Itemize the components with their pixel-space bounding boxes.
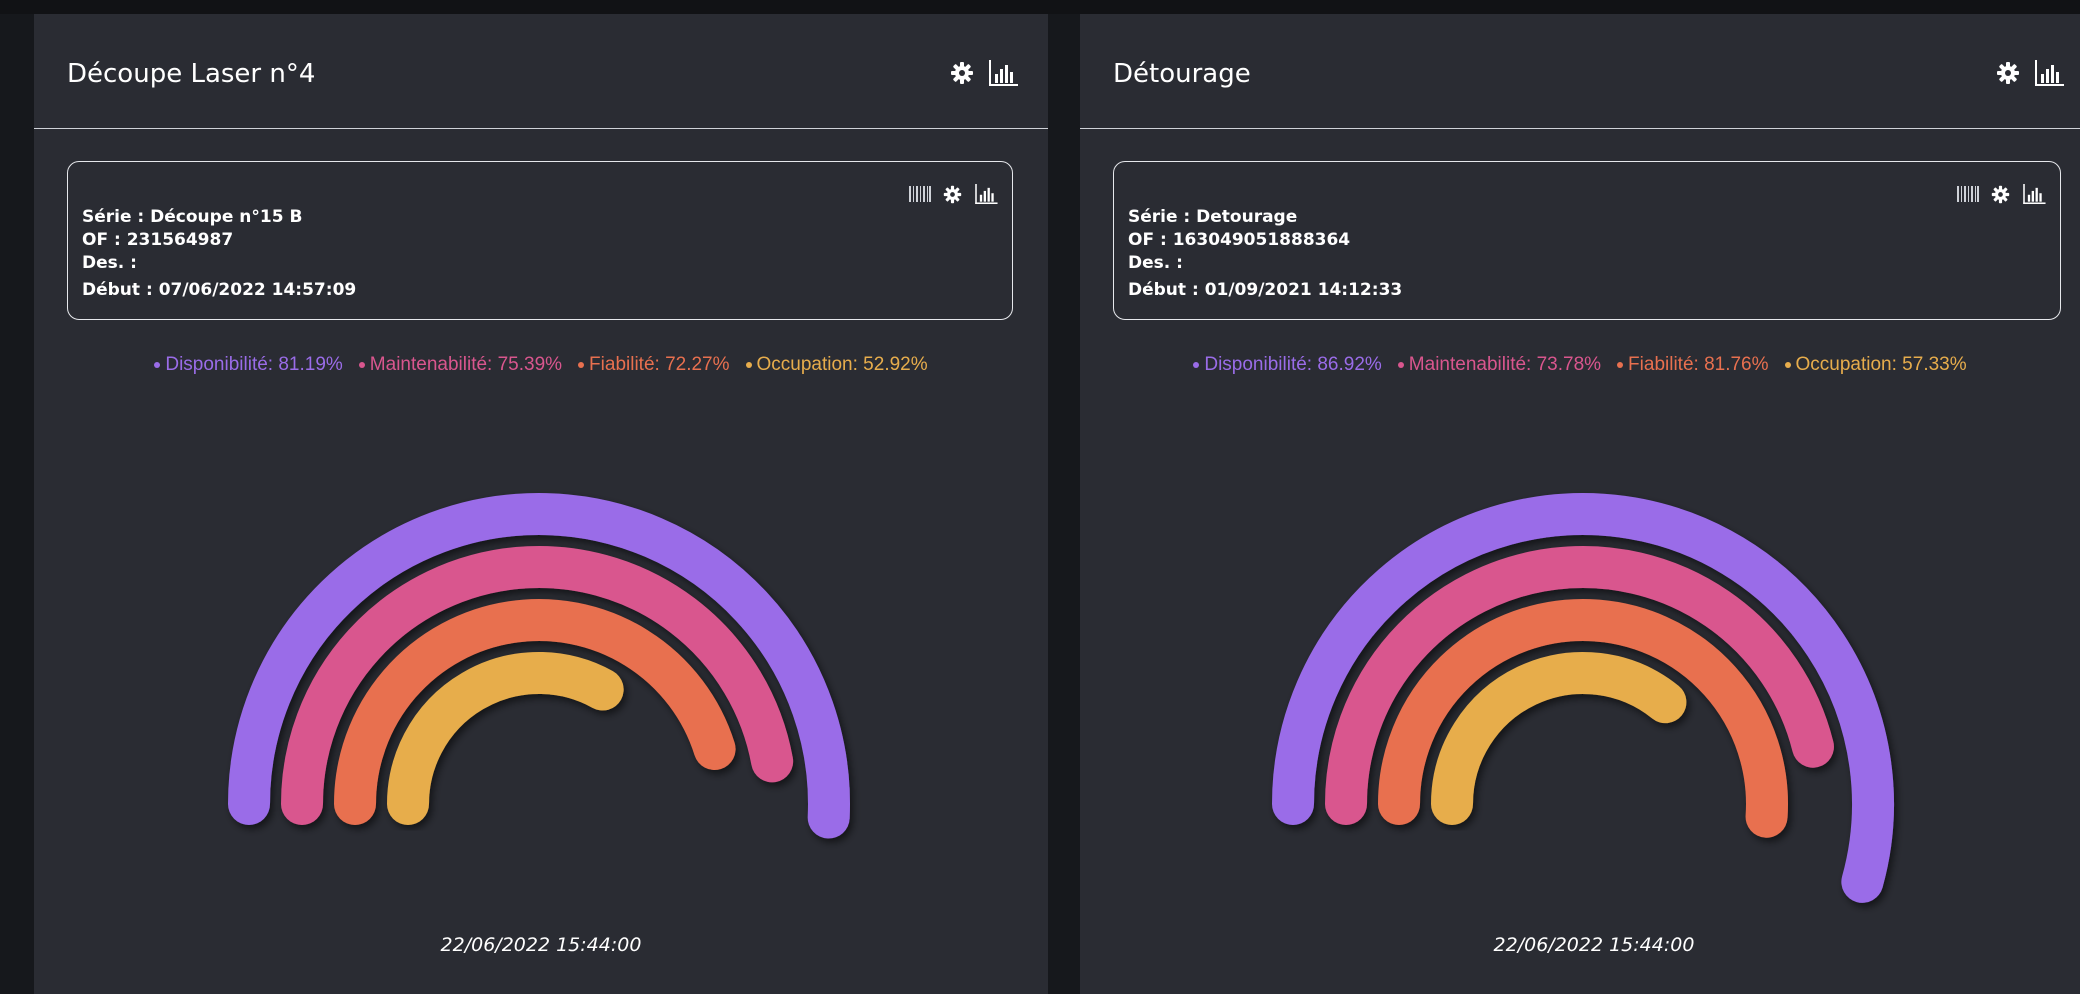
header-icons	[1996, 60, 2064, 91]
legend-dot	[1617, 362, 1624, 368]
legend-label: Disponibilité: 86.92%	[1204, 354, 1382, 375]
legend-item-maintenabilite: Maintenabilité: 73.78%	[1397, 354, 1602, 376]
gear-icon[interactable]	[1991, 185, 2010, 209]
legend-item-occupation: Occupation: 52.92%	[745, 354, 928, 376]
des-label: Des. :	[1128, 253, 1183, 273]
bar-chart-icon[interactable]	[974, 184, 998, 209]
debut-line: Début : 07/06/2022 14:57:09	[82, 279, 356, 302]
box-icons	[909, 184, 998, 209]
chart-legend: Disponibilité: 86.92% Maintenabilité: 73…	[1080, 354, 2080, 376]
arc-occupation	[1431, 652, 1687, 825]
bar-chart-icon[interactable]	[2022, 184, 2046, 209]
of-value: 163049051888364	[1172, 230, 1351, 250]
legend-dot	[358, 362, 365, 368]
legend-item-fiabilite: Fiabilité: 81.76%	[1617, 354, 1769, 376]
barcode-icon[interactable]	[1957, 186, 1979, 207]
of-line: OF : 163049051888364	[1128, 229, 1402, 252]
serie-line: Série : Detourage	[1128, 206, 1402, 229]
of-value: 231564987	[126, 230, 234, 250]
of-label: OF :	[1128, 230, 1167, 250]
des-line: Des. :	[82, 252, 356, 275]
legend-label: Maintenabilité: 75.39%	[369, 354, 563, 375]
gear-icon[interactable]	[950, 61, 974, 90]
radial-bar-chart	[228, 493, 850, 839]
chart-timestamp: 22/06/2022 15:44:00	[1493, 934, 1695, 956]
radial-bar-chart	[1272, 493, 1894, 903]
serie-value: Découpe n°15 B	[150, 207, 303, 227]
legend-label: Occupation: 57.33%	[1795, 354, 1967, 375]
legend-dot	[1193, 362, 1200, 368]
legend-label: Maintenabilité: 73.78%	[1408, 354, 1602, 375]
of-line: OF : 231564987	[82, 229, 356, 252]
legend-item-maintenabilite: Maintenabilité: 75.39%	[358, 354, 563, 376]
machine-panel-detourage: Détourage Série: Detourage OF: 1630490…	[1080, 14, 2080, 994]
top-bar	[0, 0, 2080, 14]
legend-dot	[154, 362, 161, 368]
serie-label: Série :	[82, 207, 145, 227]
barcode-icon[interactable]	[909, 186, 931, 207]
box-icons	[1957, 184, 2046, 209]
header-icons	[950, 60, 1018, 91]
panel-title: Détourage	[1113, 59, 1251, 89]
legend-item-fiabilite: Fiabilité: 72.27%	[578, 354, 730, 376]
panel-title: Découpe Laser n°4	[67, 59, 316, 89]
debut-value: 07/06/2022 14:57:09	[158, 280, 357, 300]
legend-item-disponibilite: Disponibilité: 81.19%	[154, 354, 343, 376]
legend-item-occupation: Occupation: 57.33%	[1784, 354, 1967, 376]
legend-label: Fiabilité: 81.76%	[1628, 354, 1769, 375]
serie-value: Detourage	[1196, 207, 1298, 227]
chart-legend: Disponibilité: 81.19% Maintenabilité: 75…	[34, 354, 1048, 376]
info-lines: Série : Detourage OF : 163049051888364 D…	[1128, 206, 1402, 302]
legend-dot	[1397, 362, 1404, 368]
production-info-box: Série : Découpe n°15 B OF : 231564987 De…	[67, 161, 1013, 320]
serie-line: Série : Découpe n°15 B	[82, 206, 356, 229]
panel-header: Découpe Laser n°4	[34, 14, 1048, 129]
legend-label: Fiabilité: 72.27%	[589, 354, 730, 375]
legend-label: Occupation: 52.92%	[756, 354, 928, 375]
chart-timestamp: 22/06/2022 15:44:00	[440, 934, 642, 956]
debut-label: Début :	[82, 280, 153, 300]
des-label: Des. :	[82, 253, 137, 273]
panel-header: Détourage	[1080, 14, 2080, 129]
legend-dot	[578, 362, 585, 368]
legend-label: Disponibilité: 81.19%	[165, 354, 343, 375]
legend-dot	[1784, 362, 1791, 368]
debut-line: Début : 01/09/2021 14:12:33	[1128, 279, 1402, 302]
production-info-box: Série : Detourage OF : 163049051888364 D…	[1113, 161, 2061, 320]
arc-occupation	[387, 652, 624, 825]
legend-dot	[745, 362, 752, 368]
of-label: OF :	[82, 230, 121, 250]
debut-value: 01/09/2021 14:12:33	[1204, 280, 1403, 300]
machine-panel-decoupe-laser: Découpe Laser n°4 Série: Découpe n°15 B…	[34, 14, 1048, 994]
gear-icon[interactable]	[1996, 61, 2020, 90]
debut-label: Début :	[1128, 280, 1199, 300]
bar-chart-icon[interactable]	[988, 60, 1018, 91]
gear-icon[interactable]	[943, 185, 962, 209]
legend-item-disponibilite: Disponibilité: 86.92%	[1193, 354, 1382, 376]
serie-label: Série :	[1128, 207, 1191, 227]
bar-chart-icon[interactable]	[2034, 60, 2064, 91]
des-line: Des. :	[1128, 252, 1402, 275]
info-lines: Série : Découpe n°15 B OF : 231564987 De…	[82, 206, 356, 302]
